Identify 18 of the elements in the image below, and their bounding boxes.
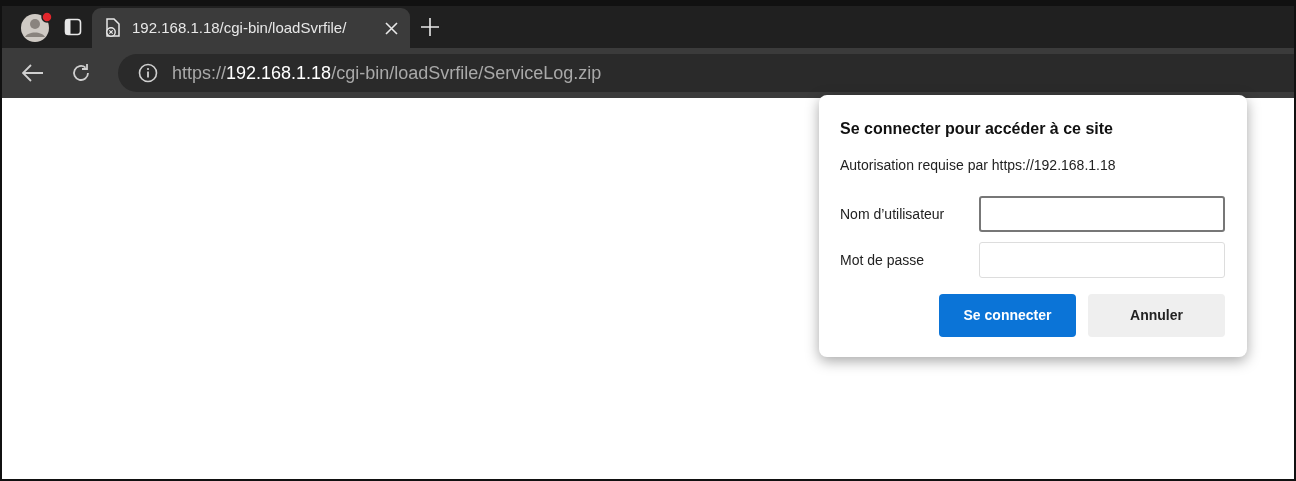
profile-avatar-icon[interactable] xyxy=(20,11,54,43)
new-tab-icon[interactable] xyxy=(420,17,440,37)
address-bar[interactable]: https://192.168.1.18/cgi-bin/loadSvrfile/ServiceLog.zip xyxy=(118,54,1294,92)
tab-actions-icon[interactable] xyxy=(64,18,82,36)
sign-in-button[interactable]: Se connecter xyxy=(939,294,1076,337)
close-tab-icon[interactable] xyxy=(385,21,398,35)
refresh-icon[interactable] xyxy=(70,62,92,84)
cancel-button[interactable]: Annuler xyxy=(1088,294,1225,337)
username-field[interactable] xyxy=(979,196,1225,232)
field-label: Nom d’utilisateur xyxy=(840,204,946,224)
field-label: Mot de passe xyxy=(840,250,926,270)
dialog-message: Autorisation requise par https://192.168.1.18 xyxy=(840,156,1117,175)
blocked-file-icon xyxy=(104,18,122,38)
info-icon[interactable] xyxy=(138,63,158,83)
back-arrow-icon[interactable] xyxy=(22,64,44,82)
dialog-title: Se connecter pour accéder à ce site xyxy=(840,119,1114,139)
browser-tab[interactable]: 192.168.1.18/cgi-bin/loadSvrfile/ xyxy=(92,8,410,48)
password-field[interactable] xyxy=(979,242,1225,278)
